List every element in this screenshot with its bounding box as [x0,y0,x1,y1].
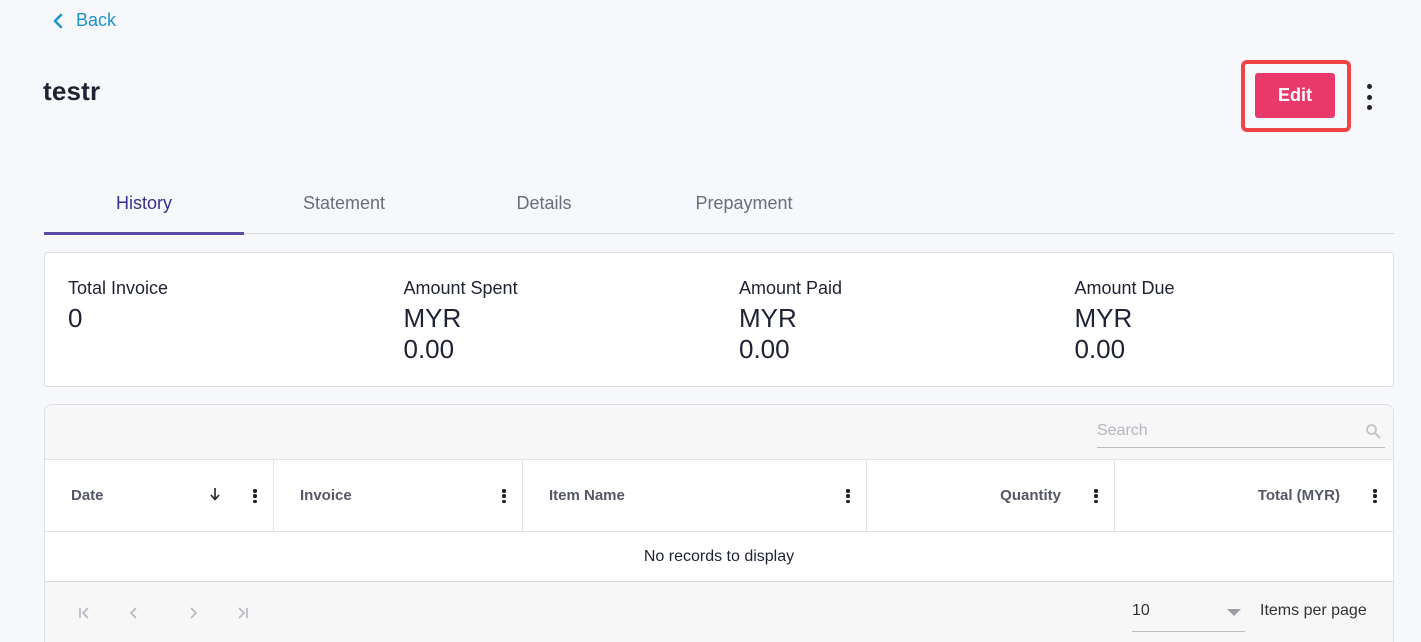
column-menu-icon[interactable] [1093,489,1099,503]
chevron-left-icon [53,13,63,28]
more-options-icon[interactable] [1359,84,1379,110]
chevron-right-icon[interactable] [184,604,202,622]
summary-value: 0 [68,303,83,333]
summary-label: Amount Due [1074,278,1175,298]
page-size-select[interactable]: 10 [1132,600,1245,632]
pager: 10 Items per page [45,582,1393,642]
grid-header: Date Invoice Item Name Quantity Total (M… [45,460,1393,532]
page-size-value: 10 [1132,602,1150,619]
summary-value: 0.00 [1074,334,1126,364]
tab-prepayment[interactable]: Prepayment [644,176,844,234]
column-menu-icon[interactable] [1372,489,1378,503]
summary-card: Total Invoice 0 Amount Spent MYR 0.00 Am… [44,252,1394,387]
page-last-icon[interactable] [233,604,251,622]
column-header-item-name[interactable]: Item Name [523,460,867,531]
column-header-quantity[interactable]: Quantity [867,460,1115,531]
summary-currency: MYR [1074,303,1133,333]
column-label: Item Name [549,487,625,504]
empty-state-message: No records to display [45,532,1393,582]
column-header-total[interactable]: Total (MYR) [1115,460,1393,531]
summary-label: Amount Paid [739,278,843,298]
grid-toolbar [45,405,1393,460]
edit-button[interactable]: Edit [1255,73,1335,118]
search-box [1097,415,1385,448]
summary-amount-paid: Amount Paid MYR 0.00 [716,253,1052,386]
summary-amount-due: Amount Due MYR 0.00 [1052,253,1388,386]
column-menu-icon[interactable] [501,489,507,503]
tab-details[interactable]: Details [444,176,644,234]
back-label: Back [76,10,117,30]
caret-down-icon [1227,609,1241,616]
column-label: Total (MYR) [1257,487,1340,504]
summary-value: 0.00 [739,334,790,364]
summary-label: Amount Spent [403,278,518,298]
page-first-icon[interactable] [76,604,94,622]
history-grid: Date Invoice Item Name Quantity Total (M… [44,404,1394,642]
summary-label: Total Invoice [68,278,169,298]
arrow-down-icon[interactable] [209,486,221,502]
column-menu-icon[interactable] [252,489,258,503]
search-input[interactable] [1097,422,1357,440]
chevron-left-icon[interactable] [125,604,143,622]
summary-currency: MYR [403,303,462,333]
back-link[interactable]: Back [52,10,116,31]
column-label: Invoice [300,487,352,504]
tab-bar: History Statement Details Prepayment [44,176,1394,235]
search-icon[interactable] [1365,423,1381,439]
column-label: Quantity [1000,487,1061,504]
items-per-page-label: Items per page [1260,602,1367,619]
summary-total-invoice: Total Invoice 0 [45,253,381,386]
summary-value: 0.00 [403,334,455,364]
column-menu-icon[interactable] [845,489,851,503]
tab-history[interactable]: History [44,176,244,235]
column-label: Date [71,487,104,504]
summary-amount-spent: Amount Spent MYR 0.00 [381,253,717,386]
column-header-invoice[interactable]: Invoice [274,460,523,531]
column-header-date[interactable]: Date [45,460,274,531]
tab-statement[interactable]: Statement [244,176,444,234]
summary-currency: MYR [739,303,797,333]
page-title: testr [43,76,101,106]
